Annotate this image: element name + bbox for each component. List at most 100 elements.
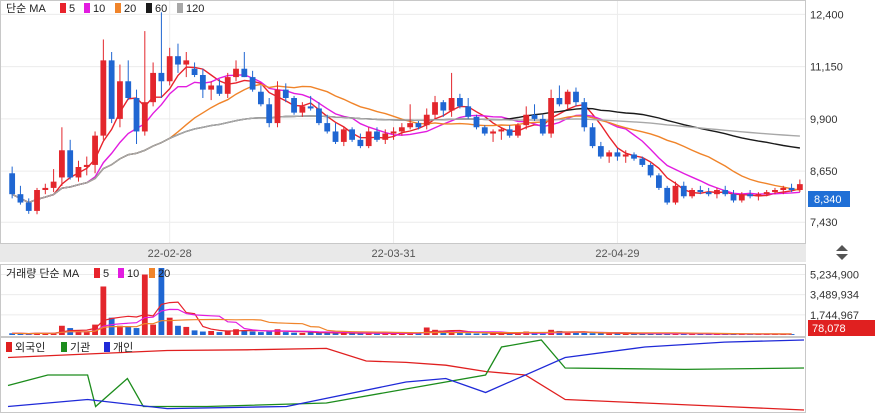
candle-body	[515, 125, 521, 136]
investor-legend-swatch	[104, 342, 110, 352]
candle-body	[100, 60, 107, 136]
volume-bar	[183, 326, 190, 335]
candle-body	[166, 56, 173, 82]
candle-body	[631, 154, 637, 159]
investor-panel: 외국인 기관 개인	[0, 337, 806, 413]
candle-body	[531, 114, 538, 119]
price-tick-label: 12,400	[810, 9, 844, 21]
candle-body	[75, 167, 82, 178]
volume-bar	[141, 274, 148, 335]
investor-legend-swatch	[6, 342, 12, 352]
candle-body	[249, 77, 256, 90]
volume-bar	[199, 331, 206, 335]
candle-body	[332, 131, 339, 142]
volume-tick-label: 3,489,934	[810, 290, 859, 302]
volume-bar	[83, 332, 90, 335]
price-panel: 12,400 11,150 9,900 8,650 7,430 단순 MA 5 10 20 60…	[0, 0, 850, 244]
candle-body	[241, 68, 248, 78]
legend-swatch-10	[84, 3, 90, 13]
candle-body	[647, 164, 654, 176]
volume-bar	[473, 333, 480, 335]
candle-body	[175, 56, 181, 65]
candle-body	[42, 187, 49, 190]
date-label: 22-02-28	[148, 248, 192, 260]
candle-body	[680, 185, 687, 197]
candle-body	[622, 154, 629, 157]
candle-body	[233, 68, 239, 78]
volume-bar	[125, 326, 132, 335]
resize-up-arrow-icon[interactable]	[836, 245, 848, 251]
candle-body	[655, 175, 662, 188]
candle-body	[382, 133, 389, 140]
candle-body	[257, 91, 264, 105]
candle-body	[523, 114, 530, 126]
panel-resize-handle[interactable]	[836, 245, 848, 260]
candle-body	[83, 164, 90, 167]
volume-bar	[307, 332, 314, 335]
volume-bar	[191, 330, 198, 335]
candle-body	[299, 106, 306, 113]
candle-body	[316, 108, 322, 124]
candle-body	[199, 75, 206, 90]
candle-body	[25, 202, 32, 211]
volume-bar	[133, 328, 140, 335]
candle-body	[17, 194, 24, 203]
volume-y-axis: 5,234,9003,489,9341,744,967	[810, 270, 859, 322]
candle-body	[548, 98, 555, 134]
price-tick-label: 9,900	[810, 114, 838, 126]
candle-body	[150, 72, 157, 103]
volume-legend-title: 거래량 단순 MA	[6, 267, 80, 280]
candle-body	[307, 106, 314, 109]
legend-label-120: 120	[186, 3, 204, 15]
volume-bar	[266, 331, 273, 335]
candle-body	[92, 135, 98, 165]
candle-body	[456, 98, 463, 107]
last-volume-badge: 78,078	[808, 320, 875, 336]
volume-bar	[216, 332, 223, 335]
candle-body	[274, 89, 281, 124]
volume-bar	[299, 332, 306, 335]
candle-body	[67, 150, 74, 178]
candle-body	[291, 98, 297, 113]
price-tick-label: 7,430	[810, 217, 838, 229]
candle-body	[432, 102, 438, 115]
candle-body	[216, 85, 223, 94]
volume-legend-swatch-10	[118, 268, 124, 278]
last-price-label: 8,340	[814, 194, 842, 206]
candle-body	[589, 127, 596, 147]
volume-bar	[589, 333, 596, 335]
candle-body	[465, 106, 472, 117]
candle-body	[448, 98, 455, 111]
candle-body	[788, 187, 795, 190]
candle-body	[407, 123, 414, 128]
volume-bar	[249, 331, 256, 335]
price-legend-title: 단순 MA	[6, 2, 46, 15]
candle-body	[498, 129, 505, 132]
resize-down-arrow-icon[interactable]	[836, 254, 848, 260]
candle-body	[141, 102, 148, 132]
candle-body	[597, 146, 604, 157]
investor-legend: 외국인 기관 개인	[6, 341, 133, 354]
volume-bar	[597, 333, 604, 335]
candle-body	[108, 60, 115, 119]
candle-body	[191, 68, 198, 75]
price-tick-label: 8,650	[810, 166, 838, 178]
candle-body	[9, 173, 16, 195]
candle-body	[282, 89, 289, 98]
volume-panel: 5,234,9003,489,9341,744,967 거래량 단순 MA 5 10…	[0, 264, 875, 337]
candle-body	[564, 91, 571, 105]
candle-body	[796, 184, 803, 190]
legend-swatch-60	[146, 3, 152, 13]
candle-body	[573, 91, 579, 103]
candle-body	[374, 131, 380, 140]
volume-bar	[573, 332, 579, 335]
candle-body	[614, 152, 621, 157]
candle-body	[780, 187, 787, 190]
candle-body	[581, 102, 588, 128]
investor-legend-label: 개인	[113, 341, 133, 354]
candle-body	[697, 190, 704, 193]
candle-body	[349, 129, 356, 140]
price-panel-frame	[0, 0, 806, 244]
volume-bar	[465, 333, 472, 335]
volume-bar	[58, 325, 65, 335]
